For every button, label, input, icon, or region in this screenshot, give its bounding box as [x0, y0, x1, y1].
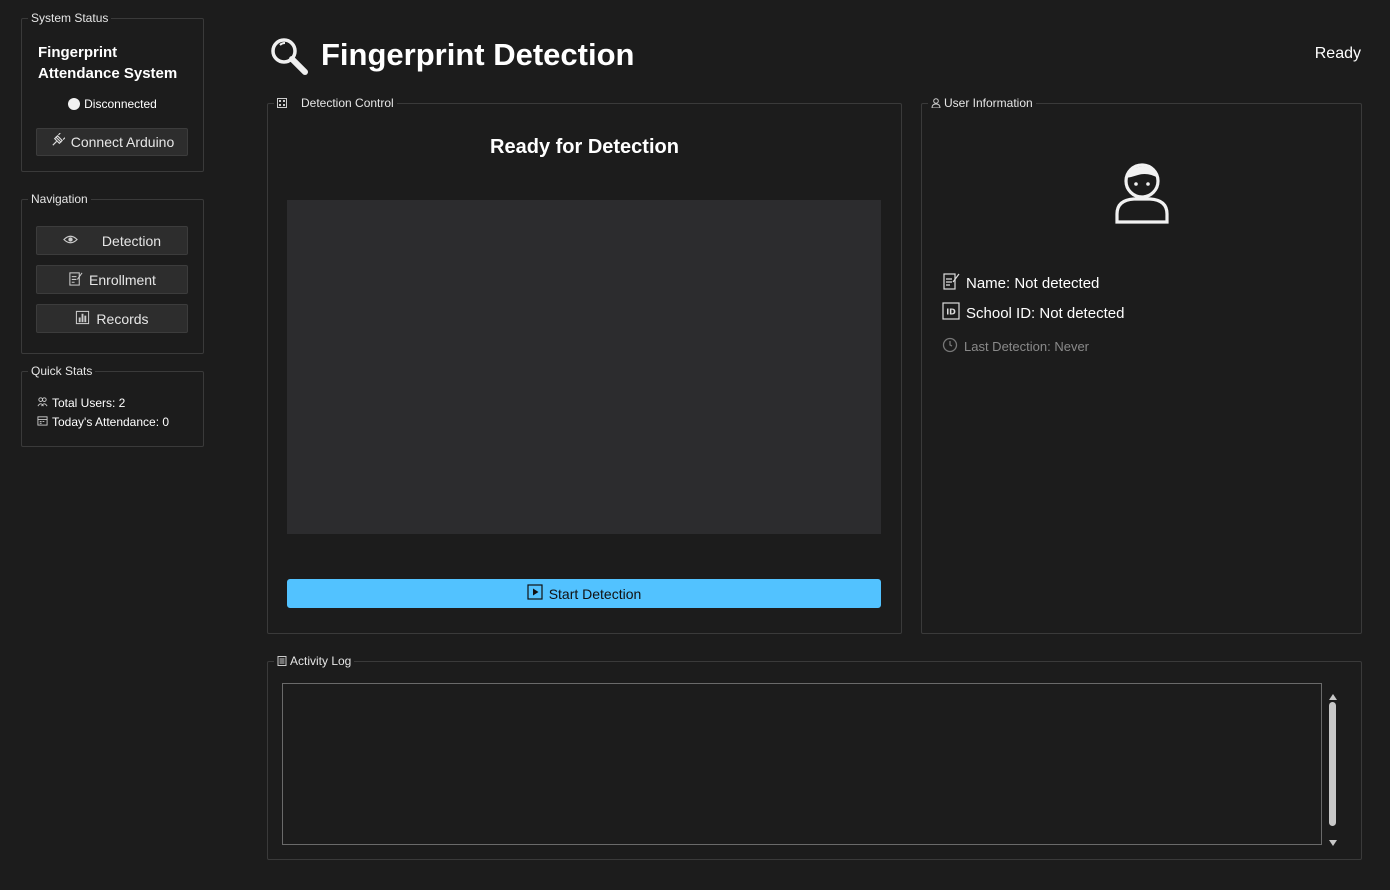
calendar-icon	[37, 415, 48, 429]
system-status-title: System Status	[28, 10, 112, 26]
memo-icon	[942, 272, 960, 294]
log-icon	[277, 656, 287, 666]
user-name-row: Name: Not detected	[942, 272, 1099, 294]
user-information-title-text: User Information	[944, 96, 1033, 110]
nav-records-label: Records	[96, 310, 149, 327]
plug-icon	[50, 132, 66, 151]
connection-status-text: Disconnected	[84, 97, 157, 111]
last-detection-row: Last Detection: Never	[942, 337, 1089, 356]
fingerprint-scan-area	[287, 200, 881, 534]
system-status-title-text: System Status	[31, 11, 109, 25]
activity-log-scrollbar[interactable]	[1326, 684, 1340, 846]
scrollbar-thumb[interactable]	[1329, 702, 1336, 826]
activity-log-textarea[interactable]	[282, 683, 1322, 845]
quick-stats-group: Quick Stats Total Users: 2 Today's Atten…	[21, 363, 204, 447]
memo-icon	[68, 271, 83, 289]
school-id-text: School ID: Not detected	[966, 304, 1125, 322]
status-dot-icon	[68, 98, 81, 110]
start-detection-button[interactable]: Start Detection	[287, 579, 881, 608]
connect-arduino-button[interactable]: Connect Arduino	[36, 128, 188, 156]
school-id-row: ID School ID: Not detected	[942, 302, 1124, 324]
detection-control-title-text: Detection Control	[301, 96, 394, 110]
scroll-up-arrow-icon[interactable]	[1328, 688, 1338, 700]
detection-control-title: Detection Control	[274, 95, 397, 111]
control-knobs-icon	[277, 98, 287, 108]
svg-text:ID: ID	[946, 308, 956, 317]
connection-status: Disconnected	[22, 97, 203, 111]
quick-stats-title-text: Quick Stats	[31, 364, 93, 378]
nav-detection-button[interactable]: Detection	[36, 226, 188, 255]
nav-detection-label: Detection	[101, 232, 162, 249]
eye-icon	[63, 232, 78, 250]
quick-stats-title: Quick Stats	[28, 363, 96, 379]
todays-attendance-stat: Today's Attendance: 0	[37, 415, 169, 429]
nav-enrollment-button[interactable]: Enrollment	[36, 265, 188, 294]
activity-log-group: Activity Log	[267, 653, 1362, 860]
system-status-group: System Status Fingerprint Attendance Sys…	[21, 10, 204, 172]
start-detection-label: Start Detection	[548, 585, 642, 602]
navigation-title: Navigation	[28, 191, 91, 207]
scroll-down-arrow-icon[interactable]	[1328, 834, 1338, 846]
app-title: Fingerprint Attendance System	[38, 44, 178, 82]
activity-log-title: Activity Log	[274, 653, 355, 669]
bar-chart-icon	[75, 310, 90, 328]
todays-attendance-text: Today's Attendance: 0	[52, 415, 170, 429]
navigation-title-text: Navigation	[31, 192, 88, 206]
magnifier-icon	[268, 35, 310, 77]
user-information-title: User Information	[928, 95, 1036, 111]
nav-records-button[interactable]: Records	[36, 304, 188, 333]
connect-arduino-label: Connect Arduino	[70, 134, 175, 150]
nav-enrollment-label: Enrollment	[89, 271, 156, 288]
user-name-text: Name: Not detected	[966, 274, 1100, 292]
app-status-text: Ready	[1314, 45, 1361, 62]
users-icon	[37, 396, 48, 410]
total-users-stat: Total Users: 2	[37, 396, 125, 410]
user-small-icon	[931, 98, 941, 108]
page-title: Fingerprint Detection	[321, 37, 635, 72]
play-button-icon	[527, 584, 543, 603]
navigation-group: Navigation Detection Enrollment Records	[21, 191, 204, 354]
clock-icon	[942, 337, 958, 356]
total-users-text: Total Users: 2	[52, 396, 126, 410]
user-avatar-icon	[1112, 160, 1172, 224]
last-detection-text: Last Detection: Never	[964, 339, 1090, 354]
detection-control-group: Detection Control Ready for Detection St…	[267, 95, 902, 634]
id-icon: ID	[942, 302, 960, 324]
user-information-group: User Information Name: Not detected ID S…	[921, 95, 1362, 634]
detection-heading: Ready for Detection	[490, 136, 679, 158]
activity-log-title-text: Activity Log	[290, 654, 352, 668]
